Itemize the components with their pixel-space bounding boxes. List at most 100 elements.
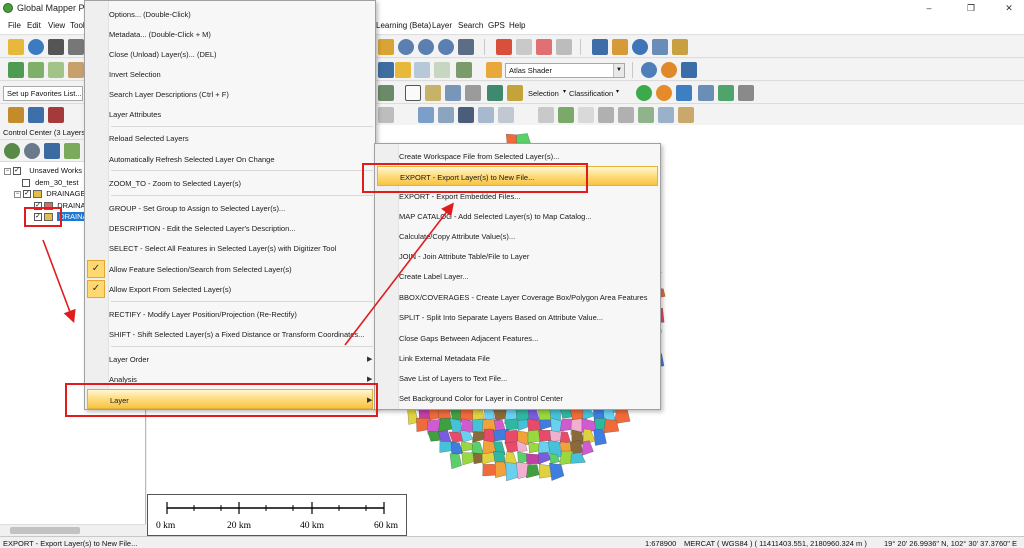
menu-item-options[interactable]: Options... (Double-Click) [85,4,375,24]
tool-icon[interactable] [68,39,84,55]
pencil-icon[interactable] [496,39,512,55]
tree-item-workspace[interactable]: − ✓ Unsaved Works [4,166,82,177]
viewshed-icon[interactable] [456,62,472,78]
zoom-out-icon[interactable] [418,39,434,55]
menu-item-close-layers[interactable]: Close (Unload) Layer(s)... (DEL) [85,44,375,64]
move-icon[interactable] [418,107,434,123]
menu-learning[interactable]: Learning (Beta) [376,21,431,30]
submenu-item-split[interactable]: SPLIT - Split Into Separate Layers Based… [375,307,660,327]
menu-gps[interactable]: GPS [488,21,505,30]
layer-manager-icon[interactable] [681,62,697,78]
gps-icon[interactable] [738,85,754,101]
tree-item-dem[interactable]: dem_30_test [22,178,78,189]
menu-item-auto-refresh[interactable]: Automatically Refresh Selected Layer On … [85,149,375,169]
menu-item-description[interactable]: DESCRIPTION - Edit the Selected Layer's … [85,218,375,238]
attribute-icon[interactable] [556,39,572,55]
tree-item-drainage-1[interactable]: ✓ DRAINAG [34,201,91,212]
info-icon[interactable] [632,39,648,55]
mesh-icon[interactable] [445,85,461,101]
menu-item-layer-order[interactable]: Layer Order ▶ [85,349,375,369]
submenu-item-export-layers[interactable]: EXPORT - Export Layer(s) to New File... [377,166,658,186]
menu-item-zoom-to[interactable]: ZOOM_TO - Zoom to Selected Layer(s) [85,173,375,193]
triangle-warning-icon[interactable] [405,85,421,101]
menu-view[interactable]: View [48,21,65,30]
square-icon[interactable] [598,107,614,123]
grid-icon[interactable] [507,85,523,101]
track-icon[interactable] [676,85,692,101]
measure-icon[interactable] [28,107,44,123]
shader-select[interactable]: Atlas Shader ▼ [505,63,625,78]
menu-item-shift[interactable]: SHIFT - Shift Selected Layer(s) a Fixed … [85,324,375,344]
tree-item-drainage-group[interactable]: − ✓ DRAINAGE N [14,189,93,200]
options-icon[interactable] [24,143,40,159]
horizontal-scrollbar[interactable] [0,524,146,536]
favorites-select[interactable]: Set up Favorites List... [3,86,83,101]
profile-icon[interactable] [378,62,394,78]
layer-checkbox[interactable]: ✓ [23,190,32,199]
play-icon[interactable] [636,85,652,101]
buffer-icon[interactable] [578,107,594,123]
pan-icon[interactable] [378,39,394,55]
download-icon[interactable] [48,39,64,55]
select-tool-icon[interactable] [378,107,394,123]
menu-file[interactable]: File [8,21,21,30]
feature-tool-icon[interactable] [425,85,441,101]
menu-item-group[interactable]: GROUP - Set Group to Assign to Selected … [85,198,375,218]
submenu-item-link-metadata[interactable]: Link External Metadata File [375,348,660,368]
submenu-item-save-list[interactable]: Save List of Layers to Text File... [375,368,660,388]
volume-icon[interactable] [68,62,84,78]
menu-search[interactable]: Search [458,21,483,30]
menu-item-allow-export[interactable]: ✓ Allow Export From Selected Layer(s) [85,279,375,299]
submenu-item-background-color[interactable]: Set Background Color for Layer in Contro… [375,388,660,408]
scrollbar-thumb[interactable] [10,527,80,534]
submenu-item-label-layer[interactable]: Create Label Layer... [375,266,660,286]
split-icon[interactable] [538,107,554,123]
submenu-item-bbox[interactable]: BBOX/COVERAGES - Create Layer Coverage B… [375,287,660,307]
merge-icon[interactable] [558,107,574,123]
menu-edit[interactable]: Edit [27,21,41,30]
pen-icon[interactable] [678,107,694,123]
menu-item-metadata[interactable]: Metadata... (Double-Click + M) [85,24,375,44]
ruler-icon[interactable] [612,39,628,55]
selection-dropdown[interactable]: Selection [528,89,559,98]
layer-add-icon[interactable] [64,143,80,159]
classification-dropdown[interactable]: Classification [569,89,613,98]
submenu-item-export-embedded[interactable]: EXPORT - Export Embedded Files... [375,186,660,206]
layer-checkbox[interactable]: ✓ [34,213,42,222]
connect-icon[interactable] [458,107,474,123]
lidar-icon[interactable] [487,85,503,101]
collapse-icon[interactable]: − [4,167,11,175]
vehicle-icon[interactable] [698,85,714,101]
add-waypoint-icon[interactable] [718,85,734,101]
stop-icon[interactable] [656,85,672,101]
rotate-icon[interactable] [478,107,494,123]
menu-item-search-descriptions[interactable]: Search Layer Descriptions (Ctrl + F) [85,84,375,104]
close-button[interactable]: ✕ [994,0,1024,17]
menu-tools[interactable]: Tools [70,21,84,30]
point-cloud-icon[interactable] [465,85,481,101]
submenu-item-close-gaps[interactable]: Close Gaps Between Adjacent Features... [375,328,660,348]
hillshade-icon[interactable] [414,62,430,78]
home-icon[interactable] [458,39,474,55]
digitize-icon[interactable] [8,107,24,123]
vertex-icon[interactable] [618,107,634,123]
3d-view-icon[interactable] [652,39,668,55]
globe-3d-icon[interactable] [641,62,657,78]
edit-vertex-icon[interactable] [516,39,532,55]
menu-item-layer-attributes[interactable]: Layer Attributes [85,104,375,124]
zoom-in-icon[interactable] [398,39,414,55]
menu-item-rectify[interactable]: RECTIFY - Modify Layer Position/Projecti… [85,304,375,324]
menu-item-invert-selection[interactable]: Invert Selection [85,64,375,84]
menu-help[interactable]: Help [509,21,525,30]
path-profile-icon[interactable] [378,85,394,101]
submenu-item-workspace[interactable]: Create Workspace File from Selected Laye… [375,146,660,166]
layer-checkbox[interactable] [22,179,30,188]
settings-gear-icon[interactable] [661,62,677,78]
menu-layer[interactable]: Layer [432,21,452,30]
device-icon[interactable] [672,39,688,55]
slope-icon[interactable] [48,62,64,78]
collapse-icon[interactable]: − [14,190,21,198]
menu-item-layer[interactable]: Layer ▶ [87,389,373,409]
reshape-icon[interactable] [498,107,514,123]
submenu-item-map-catalog[interactable]: MAP CATALOG - Add Selected Layer(s) to M… [375,206,660,226]
